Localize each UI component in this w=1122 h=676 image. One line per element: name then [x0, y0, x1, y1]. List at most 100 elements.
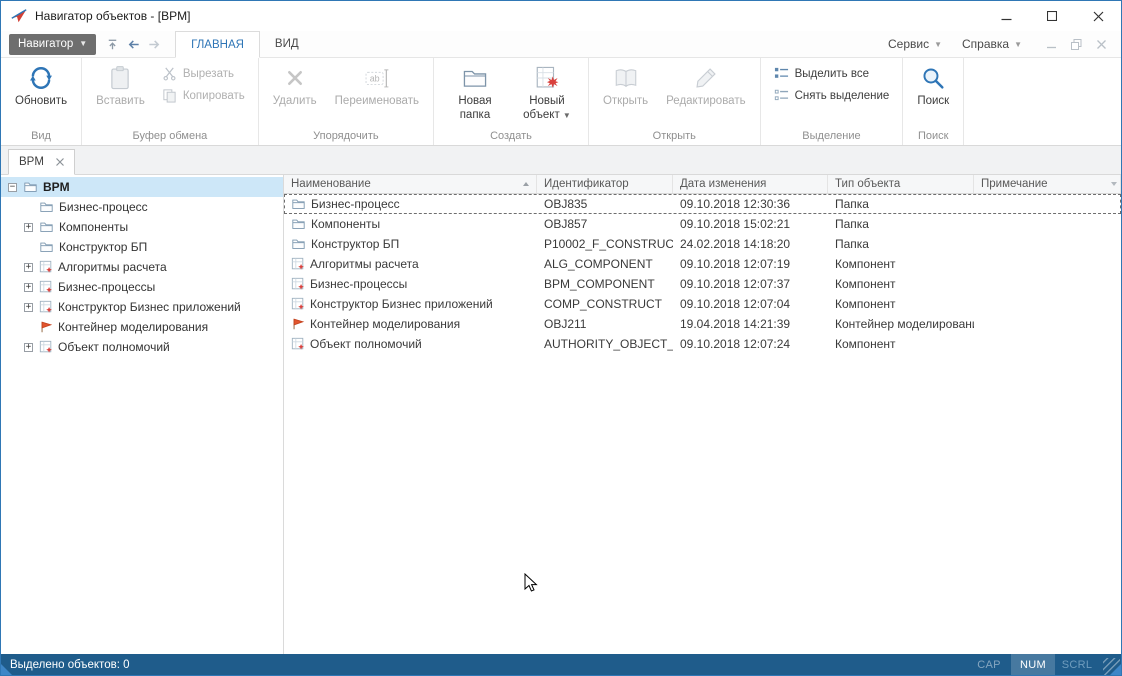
column-header-modified[interactable]: Дата изменения	[673, 175, 828, 193]
resize-corner-right[interactable]	[1110, 664, 1121, 675]
edit-pencil-icon	[693, 65, 719, 91]
document-tab-bpm[interactable]: BPM	[8, 149, 75, 175]
document-tab-strip: BPM	[1, 146, 1121, 175]
table-row[interactable]: Бизнес-процессы BPM_COMPONENT 09.10.2018…	[284, 274, 1121, 294]
go-up-button[interactable]	[102, 34, 123, 55]
mdi-restore-icon[interactable]	[1071, 39, 1082, 50]
table-row[interactable]: Объект полномочий AUTHORITY_OBJECT_C... …	[284, 334, 1121, 354]
tree-item[interactable]: + Конструктор Бизнес приложений	[1, 297, 283, 317]
cell-id: P10002_F_CONSTRUCT...	[537, 234, 673, 254]
edit-button: Редактировать	[658, 61, 753, 128]
forward-button[interactable]	[144, 34, 165, 55]
deselect-button[interactable]: Снять выделение	[767, 86, 897, 105]
maximize-button[interactable]	[1029, 1, 1075, 31]
tree-item[interactable]: + Объект полномочий	[1, 337, 283, 357]
tab-close-icon[interactable]	[56, 158, 64, 166]
new-object-button[interactable]: Новый объект ▼	[512, 61, 582, 128]
table-row[interactable]: Конструктор БП P10002_F_CONSTRUCT... 24.…	[284, 234, 1121, 254]
mdi-close-icon[interactable]	[1096, 39, 1107, 50]
tree-item[interactable]: Конструктор БП	[1, 237, 283, 257]
main-area: − BPM Бизнес-процесс + Компоненты	[1, 175, 1121, 654]
back-button[interactable]	[123, 34, 144, 55]
cell-name: Контейнер моделирования	[310, 317, 460, 331]
help-menu[interactable]: Справка ▼	[962, 37, 1022, 51]
component-icon	[291, 277, 305, 291]
folder-icon	[39, 240, 54, 254]
tree-item-label: BPM	[43, 180, 70, 194]
expand-icon[interactable]: +	[24, 283, 33, 292]
tree-item-label: Контейнер моделирования	[58, 320, 208, 334]
select-all-button[interactable]: Выделить все	[767, 64, 897, 83]
refresh-button[interactable]: Обновить	[7, 61, 75, 128]
service-menu-label: Сервис	[888, 37, 929, 51]
table-row[interactable]: Конструктор Бизнес приложений COMP_CONST…	[284, 294, 1121, 314]
status-bar: Выделено объектов: 0 CAP NUM SCRL	[1, 654, 1121, 675]
tree-item[interactable]: + Бизнес-процессы	[1, 277, 283, 297]
column-header-name[interactable]: Наименование	[284, 175, 537, 193]
folder-icon	[291, 237, 306, 251]
component-icon	[39, 300, 53, 314]
ribbon-empty-space	[964, 58, 1121, 145]
minimize-icon	[1001, 11, 1012, 22]
table-row[interactable]: Алгоритмы расчета ALG_COMPONENT 09.10.20…	[284, 254, 1121, 274]
column-header-id[interactable]: Идентификатор	[537, 175, 673, 193]
expand-icon[interactable]: +	[24, 223, 33, 232]
cell-note	[974, 294, 1121, 314]
new-folder-button[interactable]: Новая папка	[440, 61, 510, 128]
resize-corner-left[interactable]	[1, 664, 12, 675]
cell-modified: 09.10.2018 12:30:36	[673, 194, 828, 214]
sort-ascending-icon	[523, 182, 529, 186]
ribbon-tabs: ГЛАВНАЯ ВИД	[175, 31, 313, 57]
tree-item-root[interactable]: − BPM	[1, 177, 283, 197]
window-controls	[983, 1, 1121, 31]
cell-modified: 09.10.2018 15:02:21	[673, 214, 828, 234]
column-header-note[interactable]: Примечание	[974, 175, 1121, 193]
paste-label: Вставить	[96, 95, 145, 109]
search-button[interactable]: Поиск	[909, 61, 957, 128]
copy-button: Копировать	[155, 86, 252, 105]
tree-item[interactable]: + Компоненты	[1, 217, 283, 237]
container-icon	[39, 320, 53, 334]
component-icon	[39, 260, 53, 274]
close-icon	[1093, 11, 1104, 22]
cell-modified: 09.10.2018 12:07:19	[673, 254, 828, 274]
group-label-search: Поиск	[906, 128, 960, 145]
folder-icon	[39, 200, 54, 214]
table-row[interactable]: Компоненты OBJ857 09.10.2018 15:02:21 Па…	[284, 214, 1121, 234]
expand-icon[interactable]: +	[24, 263, 33, 272]
group-label-view: Вид	[4, 128, 78, 145]
arrow-right-icon	[147, 37, 162, 52]
refresh-label: Обновить	[15, 95, 67, 109]
expand-icon[interactable]: +	[24, 343, 33, 352]
folder-icon	[291, 217, 306, 231]
mdi-minimize-icon[interactable]	[1046, 39, 1057, 50]
cell-name: Конструктор Бизнес приложений	[310, 297, 493, 311]
close-button[interactable]	[1075, 1, 1121, 31]
arrow-left-icon	[126, 37, 141, 52]
column-chooser-icon[interactable]	[1111, 182, 1117, 186]
column-header-type[interactable]: Тип объекта	[828, 175, 974, 193]
tree-item[interactable]: + Алгоритмы расчета	[1, 257, 283, 277]
table-row[interactable]: Контейнер моделирования OBJ211 19.04.201…	[284, 314, 1121, 334]
table-row[interactable]: Бизнес-процесс OBJ835 09.10.2018 12:30:3…	[284, 194, 1121, 214]
select-all-label: Выделить все	[795, 68, 869, 80]
tree-item[interactable]: Бизнес-процесс	[1, 197, 283, 217]
new-folder-label: Новая папка	[448, 95, 502, 123]
ribbon-group-clipboard: Вставить Вырезать	[82, 58, 259, 145]
cell-note	[974, 194, 1121, 214]
tab-home[interactable]: ГЛАВНАЯ	[175, 31, 260, 58]
cell-type: Компонент	[828, 254, 974, 274]
cell-id: BPM_COMPONENT	[537, 274, 673, 294]
deselect-icon	[774, 88, 789, 103]
num-lock-indicator: NUM	[1011, 654, 1055, 675]
collapse-icon[interactable]: −	[8, 183, 17, 192]
chevron-down-icon: ▼	[79, 40, 87, 48]
document-tab-label: BPM	[19, 156, 44, 168]
minimize-button[interactable]	[983, 1, 1029, 31]
delete-icon	[282, 65, 308, 91]
service-menu[interactable]: Сервис ▼	[888, 37, 942, 51]
expand-icon[interactable]: +	[24, 303, 33, 312]
tab-view[interactable]: ВИД	[260, 31, 314, 57]
tree-item[interactable]: Контейнер моделирования	[1, 317, 283, 337]
navigator-menu-button[interactable]: Навигатор ▼	[9, 34, 96, 55]
